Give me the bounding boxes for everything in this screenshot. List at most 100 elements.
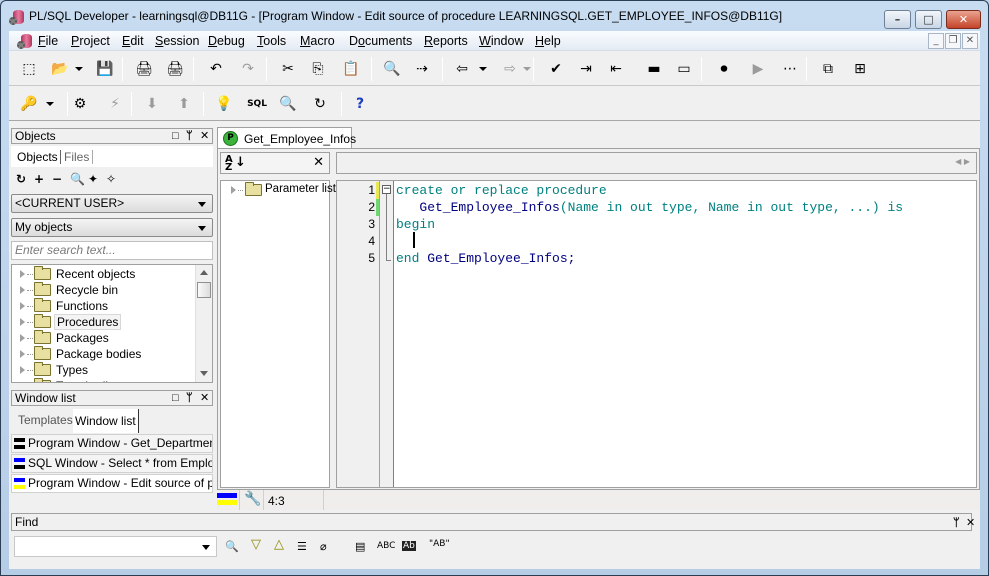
record-macro-icon[interactable]: ⏺	[713, 59, 735, 79]
regex-icon[interactable]: "AB"	[429, 539, 450, 549]
find-next-icon[interactable]: ▽	[251, 537, 261, 552]
unindent-icon[interactable]: ⇤	[605, 59, 627, 79]
db-find-icon[interactable]: 🔍	[277, 94, 299, 114]
new-icon[interactable]: ⬚	[18, 59, 40, 79]
help-icon[interactable]: ?	[349, 94, 371, 114]
redo-icon[interactable]: ↷	[237, 59, 259, 79]
window-list-item[interactable]: SQL Window - Select * from Employee	[11, 454, 213, 473]
tree-node[interactable]: Packages	[12, 330, 195, 346]
expand-icon[interactable]	[20, 318, 25, 326]
close-panel-icon[interactable]: ✕	[200, 129, 209, 143]
indent-icon[interactable]: ⇥	[575, 59, 597, 79]
filter-folder-icon[interactable]: ✧	[106, 172, 116, 186]
tile-windows-icon[interactable]: ⊞	[849, 59, 871, 79]
maximize-button[interactable]: □	[915, 10, 942, 29]
find-icon[interactable]: 🔍	[70, 172, 85, 186]
find-input[interactable]	[14, 536, 217, 557]
commit-icon[interactable]: ⬇	[141, 94, 163, 114]
whole-word-icon[interactable]: Ab	[402, 541, 416, 551]
expand-icon[interactable]	[20, 270, 25, 278]
print-preview-icon[interactable]: 🖨	[164, 59, 186, 79]
tree-node[interactable]: Procedures	[12, 314, 195, 330]
comment-icon[interactable]: ▬	[643, 59, 665, 79]
scroll-up-icon[interactable]	[200, 270, 208, 275]
expand-icon[interactable]	[20, 350, 25, 358]
cascade-windows-icon[interactable]: ⧉	[817, 59, 839, 79]
tree-node[interactable]: Package bodies	[12, 346, 195, 362]
editor-tab[interactable]: P Get_Employee_Infos	[217, 127, 356, 149]
play-macro-icon[interactable]: ▶	[747, 59, 769, 79]
compile-icon[interactable]: ✔	[545, 59, 567, 79]
collapse-icon[interactable]: −	[382, 185, 391, 194]
tree-node[interactable]: Types	[12, 362, 195, 378]
find-previous-icon[interactable]: △	[274, 537, 284, 552]
tree-node[interactable]: Recycle bin	[12, 282, 195, 298]
code-content[interactable]: create or replace procedure Get_Employee…	[396, 182, 976, 482]
objects-filter-select[interactable]: My objects	[11, 218, 213, 237]
uncomment-icon[interactable]: ▭	[673, 59, 695, 79]
logon-key-icon[interactable]: 🔑	[18, 94, 40, 114]
db-refresh-icon[interactable]: ↻	[309, 94, 331, 114]
float-panel-icon[interactable]: □	[172, 129, 179, 143]
window-list-item[interactable]: Program Window - Get_Department_Infos	[11, 434, 213, 453]
macro-library-icon[interactable]: ⋯	[779, 59, 801, 79]
remove-icon[interactable]: −	[52, 172, 62, 186]
undo-icon[interactable]: ↶	[205, 59, 227, 79]
scroll-arrows-icon[interactable]: ◀ ▶	[955, 157, 970, 166]
menu-debug[interactable]: Debug	[208, 34, 245, 48]
execute-gear-icon[interactable]: ⚙	[69, 94, 91, 114]
add-icon[interactable]: +	[34, 172, 44, 186]
expand-icon[interactable]	[20, 382, 25, 383]
find-icon[interactable]: 🔍	[225, 540, 239, 553]
expand-icon[interactable]	[231, 186, 236, 194]
menu-session[interactable]: Session	[155, 34, 199, 48]
cut-icon[interactable]: ✂	[277, 59, 299, 79]
minimize-button[interactable]: –	[884, 10, 911, 29]
filter-icon[interactable]: ✦	[88, 172, 98, 186]
pin-icon[interactable]: ᛘ	[186, 391, 193, 405]
tree-node[interactable]: Type bodies	[12, 378, 195, 383]
code-editor[interactable]: 1 2 3 4 5 − create or replace procedure Get_…	[336, 180, 977, 488]
menu-help[interactable]: Help	[535, 34, 561, 48]
highlight-all-icon[interactable]: ☰	[297, 540, 307, 553]
tab-objects[interactable]: Objects	[17, 150, 61, 164]
print-icon[interactable]: 🖨	[133, 59, 155, 79]
logon-dropdown-icon[interactable]	[46, 102, 54, 106]
chevron-down-icon[interactable]	[202, 545, 210, 550]
clear-highlight-icon[interactable]: ⌀	[320, 540, 327, 553]
menu-tools[interactable]: Tools	[257, 34, 286, 48]
parameter-list-node[interactable]: Parameter list	[221, 182, 336, 198]
menu-project[interactable]: Project	[71, 34, 110, 48]
forward-dropdown-icon[interactable]	[523, 67, 531, 71]
expand-icon[interactable]	[20, 286, 25, 294]
close-button[interactable]: ✕	[946, 10, 981, 29]
window-list-item[interactable]: Program Window - Edit source of procedur…	[11, 474, 213, 493]
sql-window-icon[interactable]: SQL	[246, 94, 268, 114]
find-next-icon[interactable]: ⇢	[411, 59, 433, 79]
back-icon[interactable]: ⇦	[451, 59, 473, 79]
find-icon[interactable]: 🔍	[381, 59, 403, 79]
object-search-input[interactable]: Enter search text...	[11, 241, 213, 260]
mdi-restore-button[interactable]: ❐	[945, 33, 961, 49]
expand-icon[interactable]	[20, 334, 25, 342]
open-dropdown-icon[interactable]	[75, 67, 83, 71]
mdi-app-icon[interactable]	[17, 33, 33, 49]
close-panel-icon[interactable]: ✕	[966, 515, 975, 531]
explain-plan-icon[interactable]: 💡	[213, 94, 235, 114]
wrench-icon[interactable]: 🔧	[244, 491, 261, 507]
menu-edit[interactable]: Edit	[122, 34, 144, 48]
scroll-down-icon[interactable]	[200, 371, 208, 376]
forward-icon[interactable]: ⇨	[499, 59, 521, 79]
clear-filter-icon[interactable]: ✕	[313, 155, 324, 170]
expand-icon[interactable]	[20, 302, 25, 310]
match-case-icon[interactable]: ABC	[377, 541, 395, 551]
tree-node[interactable]: Functions	[12, 298, 195, 314]
menu-window[interactable]: Window	[479, 34, 523, 48]
menu-documents[interactable]: Documents	[349, 34, 412, 48]
close-panel-icon[interactable]: ✕	[200, 391, 209, 405]
menu-file[interactable]: File	[38, 34, 58, 48]
copy-icon[interactable]: ⎘	[307, 59, 329, 79]
tab-window-list[interactable]: Window list	[73, 409, 139, 433]
expand-icon[interactable]	[20, 366, 25, 374]
refresh-icon[interactable]: ↻	[16, 172, 26, 186]
